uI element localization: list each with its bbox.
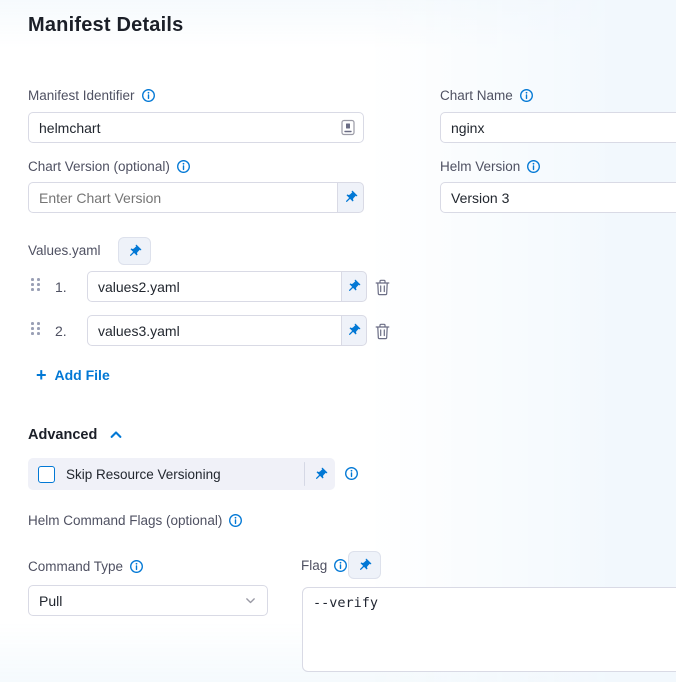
pin-button[interactable] bbox=[337, 182, 364, 213]
chart-version-field bbox=[28, 182, 364, 213]
info-icon[interactable] bbox=[519, 88, 534, 103]
page-title: Manifest Details bbox=[28, 14, 183, 37]
helm-version-select[interactable]: Version 3 bbox=[440, 182, 676, 213]
values-file-field bbox=[87, 271, 367, 302]
command-type-label: Command Type bbox=[28, 559, 144, 574]
command-type-select[interactable]: Pull bbox=[28, 585, 268, 616]
info-icon[interactable] bbox=[176, 159, 191, 174]
info-icon[interactable] bbox=[129, 559, 144, 574]
pin-icon bbox=[127, 244, 142, 259]
info-icon[interactable] bbox=[344, 466, 359, 481]
trash-icon[interactable] bbox=[374, 277, 392, 297]
flag-textarea[interactable] bbox=[302, 587, 676, 672]
values-yaml-label: Values.yaml bbox=[28, 243, 101, 258]
chevron-down-icon bbox=[244, 594, 257, 607]
advanced-section-toggle[interactable]: Advanced bbox=[28, 427, 123, 443]
identifier-edit-icon[interactable] bbox=[341, 119, 355, 136]
manifest-identifier-label: Manifest Identifier bbox=[28, 88, 156, 103]
chevron-up-icon bbox=[109, 428, 123, 442]
manifest-identifier-field-wrap bbox=[28, 112, 364, 143]
skip-resource-versioning-label: Skip Resource Versioning bbox=[66, 467, 304, 482]
manifest-details-form: Manifest Details Manifest Identifier Cha… bbox=[0, 0, 676, 682]
flag-label: Flag bbox=[301, 558, 348, 573]
chart-version-label: Chart Version (optional) bbox=[28, 159, 191, 174]
trash-icon[interactable] bbox=[374, 321, 392, 341]
plus-icon: + bbox=[36, 368, 47, 382]
values-file-input[interactable] bbox=[87, 271, 341, 302]
pin-button[interactable] bbox=[341, 315, 367, 346]
drag-handle-icon[interactable] bbox=[31, 278, 40, 291]
chart-version-input[interactable] bbox=[28, 182, 337, 213]
helm-version-label: Helm Version bbox=[440, 159, 541, 174]
info-icon[interactable] bbox=[141, 88, 156, 103]
chart-name-input[interactable] bbox=[440, 112, 676, 143]
pin-button[interactable] bbox=[305, 458, 335, 490]
skip-resource-versioning-panel: Skip Resource Versioning bbox=[28, 458, 335, 490]
skip-resource-versioning-checkbox[interactable] bbox=[38, 466, 55, 483]
info-icon[interactable] bbox=[526, 159, 541, 174]
info-icon[interactable] bbox=[333, 558, 348, 573]
pin-icon bbox=[346, 279, 361, 294]
flag-pin-button[interactable] bbox=[348, 551, 381, 579]
pin-icon bbox=[313, 467, 328, 482]
drag-handle-icon[interactable] bbox=[31, 322, 40, 335]
info-icon[interactable] bbox=[228, 513, 243, 528]
row-index: 2. bbox=[55, 323, 67, 339]
chart-name-label: Chart Name bbox=[440, 88, 534, 103]
values-file-field bbox=[87, 315, 367, 346]
helm-command-flags-label: Helm Command Flags (optional) bbox=[28, 513, 243, 528]
pin-icon bbox=[343, 190, 358, 205]
manifest-identifier-input[interactable] bbox=[28, 112, 364, 143]
values-yaml-pin-button[interactable] bbox=[118, 237, 151, 265]
pin-button[interactable] bbox=[341, 271, 367, 302]
pin-icon bbox=[346, 323, 361, 338]
row-index: 1. bbox=[55, 279, 67, 295]
values-file-input[interactable] bbox=[87, 315, 341, 346]
add-file-button[interactable]: + Add File bbox=[36, 367, 110, 383]
pin-icon bbox=[357, 558, 372, 573]
